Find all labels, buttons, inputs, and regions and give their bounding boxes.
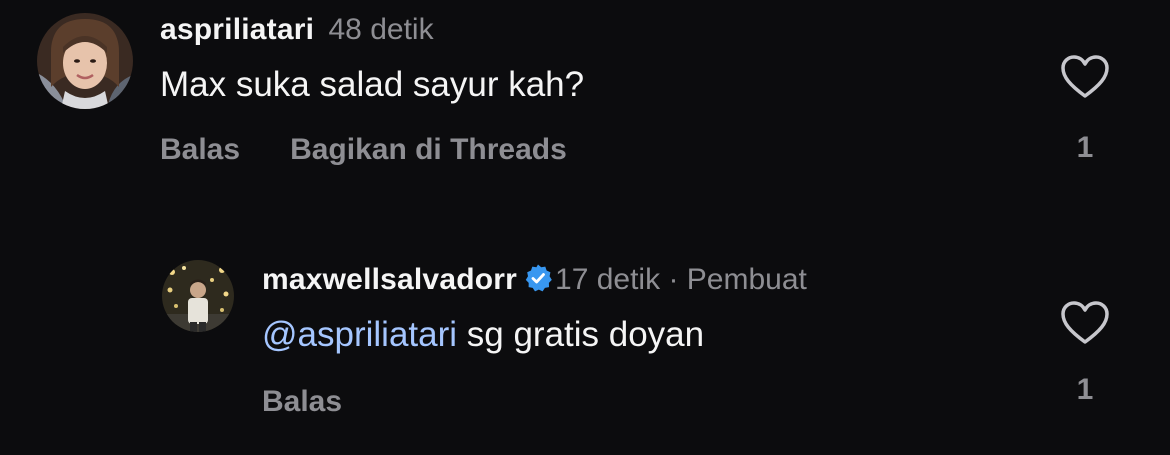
avatar-photo — [37, 13, 133, 109]
comment-text: Max suka salad sayur kah? — [160, 64, 584, 106]
avatar-photo — [162, 260, 234, 332]
comment-time: 17 detik — [555, 263, 661, 296]
creator-label: Pembuat — [686, 263, 807, 296]
avatar[interactable] — [162, 260, 234, 332]
comment-body: sg gratis doyan — [457, 315, 705, 354]
share-threads-button[interactable]: Bagikan di Threads — [290, 133, 567, 166]
like-count: 1 — [1076, 373, 1094, 406]
reply-button[interactable]: Balas — [262, 385, 342, 418]
comment-meta: aspriliatari 48 detik — [160, 12, 434, 48]
comment-item: aspriliatari 48 detik Max suka salad say… — [0, 0, 1170, 200]
heart-outline-icon[interactable] — [1060, 54, 1110, 100]
like-control: 1 — [1055, 300, 1115, 408]
meta-separator: · — [668, 263, 679, 296]
comment-text: @aspriliatari sg gratis doyan — [262, 314, 704, 356]
reply-button[interactable]: Balas — [160, 133, 240, 166]
username[interactable]: maxwellsalvadorr — [262, 263, 517, 296]
mention-link[interactable]: @aspriliatari — [262, 315, 457, 354]
reply-item: maxwellsalvadorr 17 detik · Pembuat @asp… — [0, 250, 1170, 455]
username[interactable]: aspriliatari — [160, 13, 314, 46]
comment-body: Max suka salad sayur kah? — [160, 65, 585, 104]
like-control: 1 — [1055, 54, 1115, 166]
comment-time: 48 detik — [328, 13, 434, 46]
reply-meta: maxwellsalvadorr 17 detik · Pembuat — [262, 262, 807, 298]
avatar[interactable] — [37, 13, 133, 109]
verified-badge-icon — [525, 264, 552, 292]
heart-outline-icon[interactable] — [1060, 300, 1110, 346]
comment-actions: Balas Bagikan di Threads — [160, 132, 567, 168]
like-count: 1 — [1076, 131, 1094, 164]
comment-actions: Balas — [262, 384, 342, 420]
